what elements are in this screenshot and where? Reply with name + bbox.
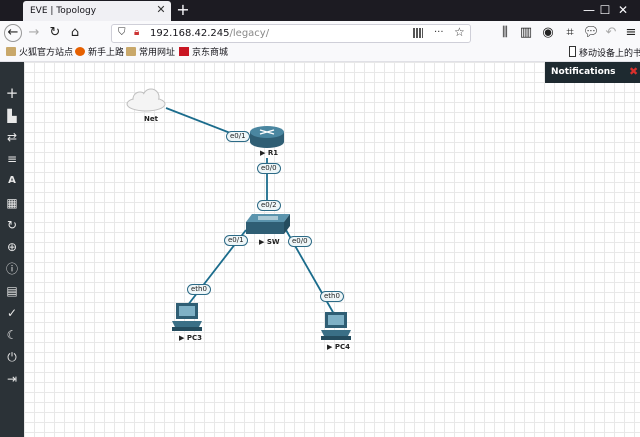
links-icon[interactable]: ⇄ [4, 129, 20, 145]
library-icon[interactable]: ⫼ [496, 24, 514, 42]
url-text[interactable]: 192.168.42.245/legacy/ [150, 28, 269, 39]
reload-icon[interactable]: ↻ [46, 24, 64, 42]
forward-icon[interactable]: → [25, 24, 43, 42]
grid-icon[interactable]: ▦ [4, 195, 20, 211]
cloud-icon[interactable] [126, 88, 166, 112]
tab-bar: EVE | Topology ✕ + — ☐ ✕ [0, 0, 640, 21]
url-bar[interactable]: ⛉ 🔒︎ 192.168.42.245/legacy/ ··· ☆ [111, 24, 471, 43]
browser-tab[interactable]: EVE | Topology [23, 1, 171, 21]
tab-close-icon[interactable]: ✕ [154, 3, 168, 17]
bookmark-label: 火狐官方站点 [19, 48, 74, 58]
bookmarks-bar: 火狐官方站点 新手上路 常用网址 京东商城 移动设备上的书签 [0, 45, 640, 62]
more-actions-icon[interactable]: ··· [434, 27, 444, 38]
mobile-icon [569, 46, 576, 57]
notifications-title: Notifications [551, 67, 616, 77]
port-label-sw-e01: e0/1 [224, 235, 248, 246]
power-icon[interactable]: ⏻ [4, 349, 20, 365]
topology-links [126, 88, 351, 340]
port-label-pc3-eth0: eth0 [187, 284, 211, 295]
topology-canvas[interactable]: Net ▶ R1 ▶ SW ▶ PC3 ▶ PC4 e0/1 e0/0 e0/2… [24, 62, 640, 437]
jd-icon [179, 47, 189, 56]
switch-icon[interactable] [246, 214, 290, 234]
account-icon[interactable]: ◉ [539, 24, 557, 42]
insecure-lock-icon[interactable]: 🔒︎ [134, 27, 139, 38]
node-label-pc4[interactable]: ▶ PC4 [327, 343, 350, 351]
refresh-icon[interactable]: ↻ [4, 217, 20, 233]
close-icon[interactable]: ✖ [629, 65, 638, 78]
left-toolbar: + ▙ ⇄ ≡ A ▦ ↻ ⊕ ⓘ ▤ ✓ ☾ ⏻ ⇥ [0, 62, 24, 437]
port-label-sw-e00: e0/0 [288, 236, 312, 247]
crop-icon[interactable]: ⌗ [561, 24, 579, 42]
check-icon[interactable]: ✓ [4, 305, 20, 321]
port-label-r1-e00: e0/0 [257, 163, 281, 174]
back-icon[interactable]: ← [4, 24, 22, 42]
bookmark-label: 新手上路 [88, 48, 125, 58]
text-icon[interactable]: A [4, 173, 20, 189]
url-host: 192.168.42.245 [150, 28, 230, 39]
chat-icon[interactable]: 💬︎ [582, 24, 600, 42]
qr-code-icon[interactable] [413, 28, 423, 38]
url-path: /legacy/ [229, 28, 270, 39]
notifications-panel[interactable]: Notifications ✖ [545, 62, 640, 83]
close-window-icon[interactable]: ✕ [606, 0, 640, 21]
document-icon[interactable]: ▤ [4, 283, 20, 299]
logout-icon[interactable]: ⇥ [4, 371, 20, 387]
folder-icon [6, 47, 16, 56]
node-label-sw[interactable]: ▶ SW [259, 238, 280, 246]
shield-icon[interactable]: ⛉ [118, 27, 126, 38]
new-tab-button[interactable]: + [175, 2, 191, 18]
pc-icon[interactable] [172, 303, 202, 331]
menu-icon[interactable]: ≡ [622, 24, 640, 42]
nodes-icon[interactable]: ▙ [4, 108, 20, 124]
bookmark-jd[interactable]: 京东商城 [179, 46, 228, 60]
folder-icon [126, 47, 136, 56]
navigation-bar: ← → ↻ ⌂ ⛉ 🔒︎ 192.168.42.245/legacy/ ··· … [0, 21, 640, 45]
router-icon[interactable] [250, 126, 284, 148]
bookmark-star-icon[interactable]: ☆ [454, 25, 465, 39]
bookmark-label: 常用网址 [139, 48, 176, 58]
port-label-pc4-eth0: eth0 [320, 291, 344, 302]
bookmark-label: 移动设备上的书签 [579, 49, 640, 59]
add-icon[interactable]: + [4, 85, 20, 101]
port-label-r1-e01: e0/1 [226, 131, 250, 142]
moon-icon[interactable]: ☾ [4, 327, 20, 343]
undo-icon[interactable]: ↶ [602, 24, 620, 42]
bookmark-label: 京东商城 [192, 48, 229, 58]
node-label-pc3[interactable]: ▶ PC3 [179, 334, 202, 342]
tab-title: EVE | Topology [30, 6, 97, 16]
sidebar-toggle-icon[interactable]: ▥ [517, 24, 535, 42]
bookmark-getting-started[interactable]: 新手上路 [75, 46, 124, 60]
node-label-net: Net [144, 115, 158, 123]
bookmark-mobile[interactable]: 移动设备上的书签 [569, 46, 640, 60]
node-label-r1[interactable]: ▶ R1 [260, 149, 278, 157]
bookmark-firefox-site[interactable]: 火狐官方站点 [6, 46, 73, 60]
bookmark-common-sites[interactable]: 常用网址 [126, 46, 175, 60]
firefox-icon [75, 47, 85, 56]
port-label-sw-e02: e0/2 [257, 200, 281, 211]
info-icon[interactable]: ⓘ [4, 261, 20, 277]
home-icon[interactable]: ⌂ [66, 24, 84, 42]
zoom-icon[interactable]: ⊕ [4, 239, 20, 255]
pc-icon[interactable] [321, 312, 351, 340]
list-icon[interactable]: ≡ [4, 151, 20, 167]
